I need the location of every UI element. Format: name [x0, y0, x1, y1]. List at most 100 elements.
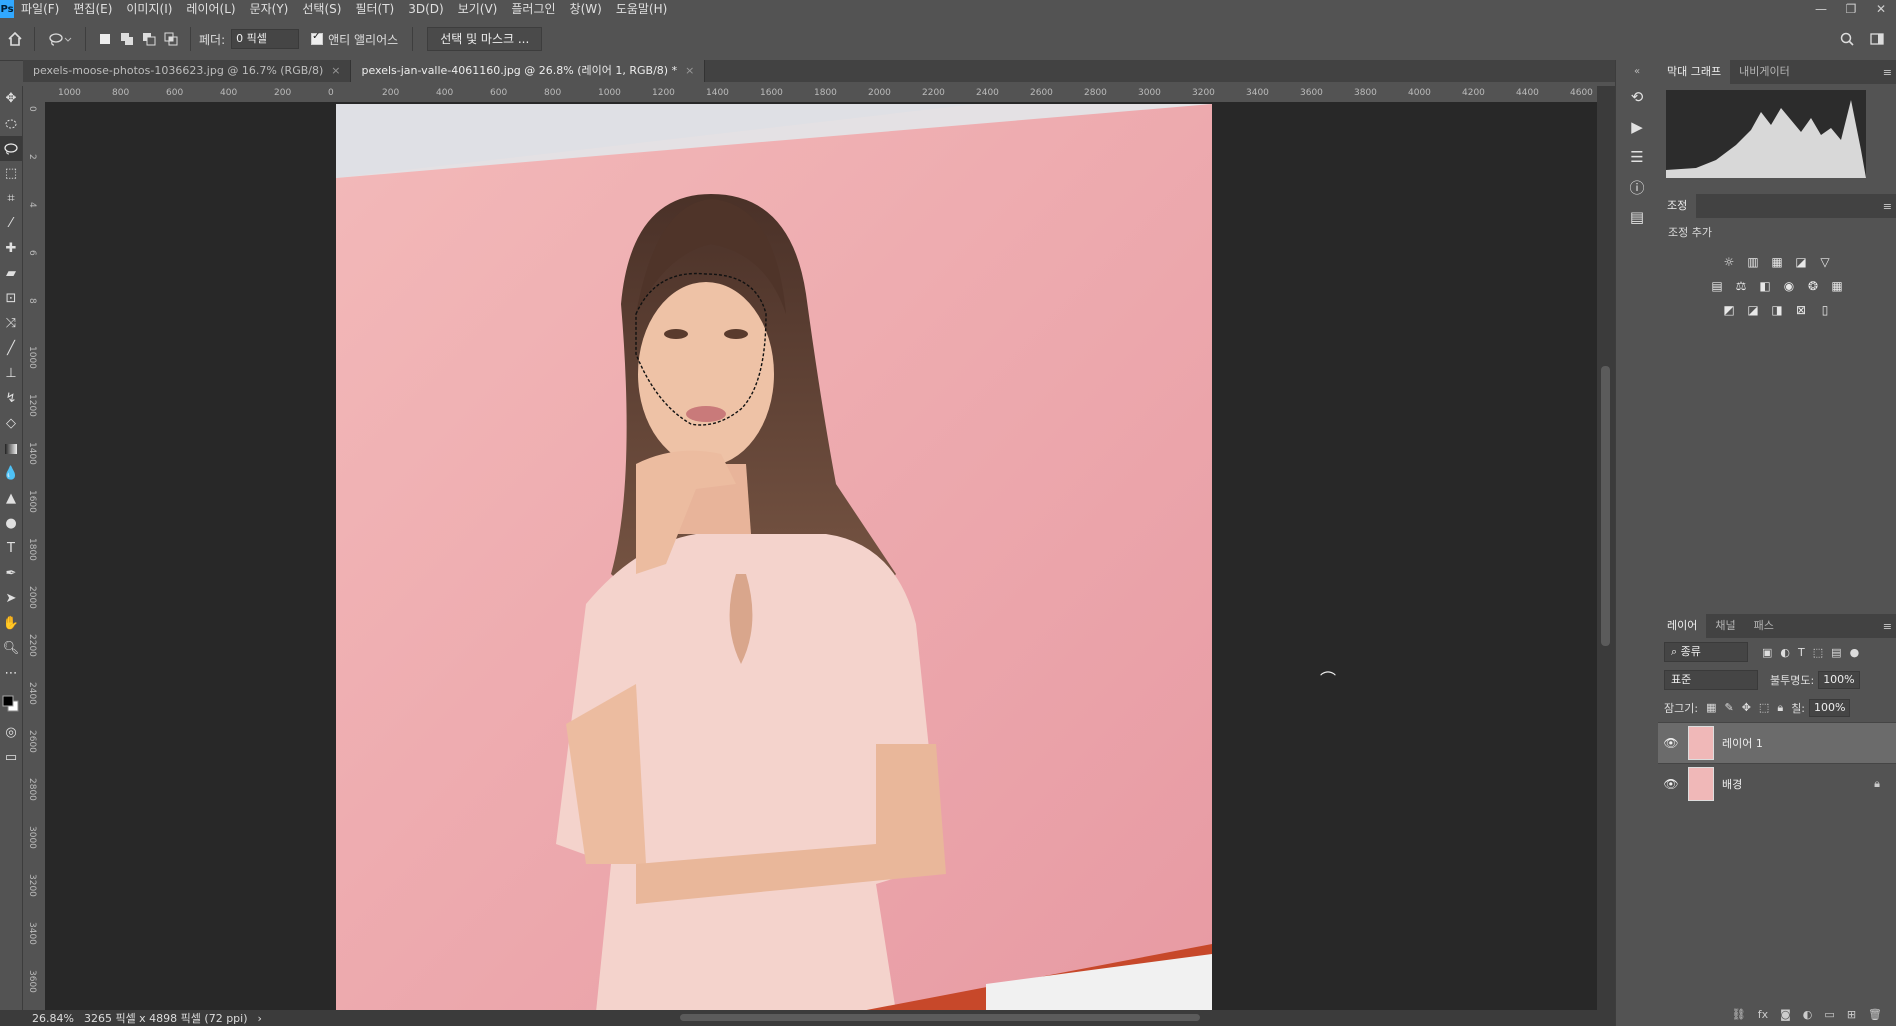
gradient-tool-icon[interactable] — [0, 436, 22, 461]
filter-toggle-icon[interactable]: ● — [1850, 646, 1860, 659]
photo-filter-icon[interactable]: ◉ — [1781, 278, 1797, 294]
threshold-icon[interactable]: ◨ — [1769, 302, 1785, 318]
layer-filter-dropdown[interactable]: ⌕ 종류 — [1664, 642, 1748, 662]
scrollbar-thumb[interactable] — [1601, 366, 1610, 646]
levels-icon[interactable]: ▥ — [1745, 254, 1761, 270]
smudge-tool-icon[interactable]: ● — [0, 511, 22, 536]
healing-brush-tool-icon[interactable]: ✚ — [0, 236, 22, 261]
brush-tool-icon[interactable]: ╱ — [0, 336, 22, 361]
menu-3d[interactable]: 3D(D) — [401, 0, 450, 18]
lock-position-icon[interactable]: ✥ — [1742, 701, 1751, 715]
mask-icon[interactable]: ◙ — [1780, 1008, 1791, 1021]
path-selection-tool-icon[interactable]: ➤ — [0, 586, 22, 611]
delete-icon[interactable]: 🗑︎ — [1868, 1008, 1882, 1021]
intersect-selection-icon[interactable] — [160, 28, 182, 50]
marquee-tool-icon[interactable] — [0, 111, 22, 136]
subtract-from-selection-icon[interactable] — [138, 28, 160, 50]
scrollbar-thumb[interactable] — [680, 1014, 1200, 1021]
restore-icon[interactable]: ❐ — [1836, 0, 1866, 18]
posterize-icon[interactable]: ◪ — [1745, 302, 1761, 318]
layer-name[interactable]: 배경 — [1722, 776, 1742, 792]
tab-layers[interactable]: 레이어 — [1658, 614, 1707, 638]
dodge-tool-icon[interactable]: ▲ — [0, 486, 22, 511]
hand-tool-icon[interactable]: ✋ — [0, 611, 22, 636]
fx-icon[interactable]: fx — [1758, 1008, 1768, 1021]
color-swatches-icon[interactable] — [0, 686, 22, 720]
menu-layer[interactable]: 레이어(L) — [179, 0, 242, 18]
lock-pixels-icon[interactable]: ✎ — [1724, 701, 1733, 715]
layer-row-background[interactable]: 👁︎ 배경 🔒︎ — [1658, 763, 1896, 804]
channel-mixer-icon[interactable]: ❂ — [1805, 278, 1821, 294]
clone-stamp-tool-icon[interactable]: ⊥ — [0, 361, 22, 386]
gradient-map-icon[interactable]: ▯ — [1817, 302, 1833, 318]
filter-shape-icon[interactable]: ⬚ — [1813, 646, 1823, 659]
add-to-selection-icon[interactable] — [116, 28, 138, 50]
tab-channels[interactable]: 채널 — [1706, 614, 1744, 638]
lasso-tool-preset-icon[interactable] — [43, 28, 77, 50]
crop-tool-icon[interactable]: ⌗ — [0, 186, 22, 211]
hue-saturation-icon[interactable]: ▤ — [1709, 278, 1725, 294]
eyedropper-tool-icon[interactable]: ⁄ — [0, 211, 22, 236]
fill-input[interactable]: 100% — [1809, 699, 1851, 717]
screen-mode-icon[interactable]: ▭ — [0, 745, 22, 770]
home-icon[interactable] — [4, 28, 26, 50]
zoom-tool-icon[interactable]: 🔍︎ — [0, 636, 22, 661]
menu-select[interactable]: 선택(S) — [295, 0, 348, 18]
patch-tool-icon[interactable]: ▰ — [0, 261, 22, 286]
exposure-icon[interactable]: ◪ — [1793, 254, 1809, 270]
lock-artboard-icon[interactable]: ⬚ — [1759, 701, 1769, 715]
menu-filter[interactable]: 필터(T) — [348, 0, 401, 18]
invert-icon[interactable]: ◩ — [1721, 302, 1737, 318]
search-icon[interactable] — [1836, 28, 1858, 50]
history-icon[interactable]: ⟲ — [1616, 82, 1658, 112]
layer-name[interactable]: 레이어 1 — [1722, 735, 1763, 751]
type-tool-icon[interactable]: T — [0, 536, 22, 561]
menu-edit[interactable]: 편집(E) — [66, 0, 119, 18]
frame-tool-icon[interactable]: ⊡ — [0, 286, 22, 311]
tab-adjustments[interactable]: 조정 — [1658, 194, 1697, 218]
lock-transparency-icon[interactable]: ▦ — [1706, 701, 1716, 715]
eraser-tool-icon[interactable]: ◇ — [0, 411, 22, 436]
actions-play-icon[interactable]: ▶ — [1616, 112, 1658, 142]
pen-tool-icon[interactable]: ✒ — [0, 561, 22, 586]
filter-smart-object-icon[interactable]: ▤ — [1831, 646, 1841, 659]
black-white-icon[interactable]: ◧ — [1757, 278, 1773, 294]
history-brush-tool-icon[interactable]: ↯ — [0, 386, 22, 411]
blur-tool-icon[interactable]: 💧 — [0, 461, 22, 486]
filter-type-icon[interactable]: T — [1798, 646, 1805, 659]
properties-icon[interactable]: ☰ — [1616, 142, 1658, 172]
status-menu-arrow[interactable]: › — [258, 1012, 262, 1025]
tab-moose-photos[interactable]: pexels-moose-photos-1036623.jpg @ 16.7% … — [23, 60, 352, 82]
menu-window[interactable]: 창(W) — [563, 0, 609, 18]
menu-file[interactable]: 파일(F) — [14, 0, 66, 18]
visibility-eye-icon[interactable]: 👁︎ — [1658, 736, 1684, 750]
vibrance-icon[interactable]: ▽ — [1817, 254, 1833, 270]
panel-menu-icon[interactable]: ≡ — [1883, 200, 1892, 213]
select-and-mask-button[interactable]: 선택 및 마스크 ... — [427, 27, 543, 51]
curves-icon[interactable]: ▦ — [1769, 254, 1785, 270]
tab-paths[interactable]: 패스 — [1745, 614, 1783, 638]
visibility-eye-icon[interactable]: 👁︎ — [1658, 777, 1684, 791]
canvas-area[interactable] — [45, 102, 1597, 1010]
quick-mask-icon[interactable]: ◎ — [0, 720, 22, 745]
tab-navigator[interactable]: 내비게이터 — [1730, 60, 1799, 84]
content-aware-move-icon[interactable]: ⤨ — [0, 311, 22, 336]
move-tool-icon[interactable]: ✥ — [0, 86, 22, 111]
vertical-scrollbar[interactable] — [1597, 86, 1615, 1010]
zoom-level[interactable]: 26.84% — [32, 1012, 74, 1025]
menu-view[interactable]: 보기(V) — [451, 0, 505, 18]
tab-jan-valle[interactable]: pexels-jan-valle-4061160.jpg @ 26.8% (레이… — [351, 60, 706, 82]
group-icon[interactable]: ▭ — [1824, 1008, 1834, 1021]
libraries-icon[interactable]: ▤ — [1616, 202, 1658, 232]
filter-adjustment-icon[interactable]: ◐ — [1780, 646, 1790, 659]
tab-histogram[interactable]: 막대 그래프 — [1658, 60, 1731, 84]
feather-input[interactable]: 0 픽셀 — [231, 29, 300, 49]
object-selection-tool-icon[interactable]: ⬚ — [0, 161, 22, 186]
menu-help[interactable]: 도움말(H) — [609, 0, 675, 18]
menu-plugins[interactable]: 플러그인 — [504, 0, 562, 18]
filter-pixel-icon[interactable]: ▣ — [1762, 646, 1772, 659]
document-image[interactable] — [336, 104, 1212, 1010]
more-tools-icon[interactable]: ⋯ — [0, 661, 22, 686]
link-icon[interactable]: ⛓ — [1732, 1008, 1746, 1021]
blend-mode-dropdown[interactable]: 표준 — [1664, 670, 1758, 690]
